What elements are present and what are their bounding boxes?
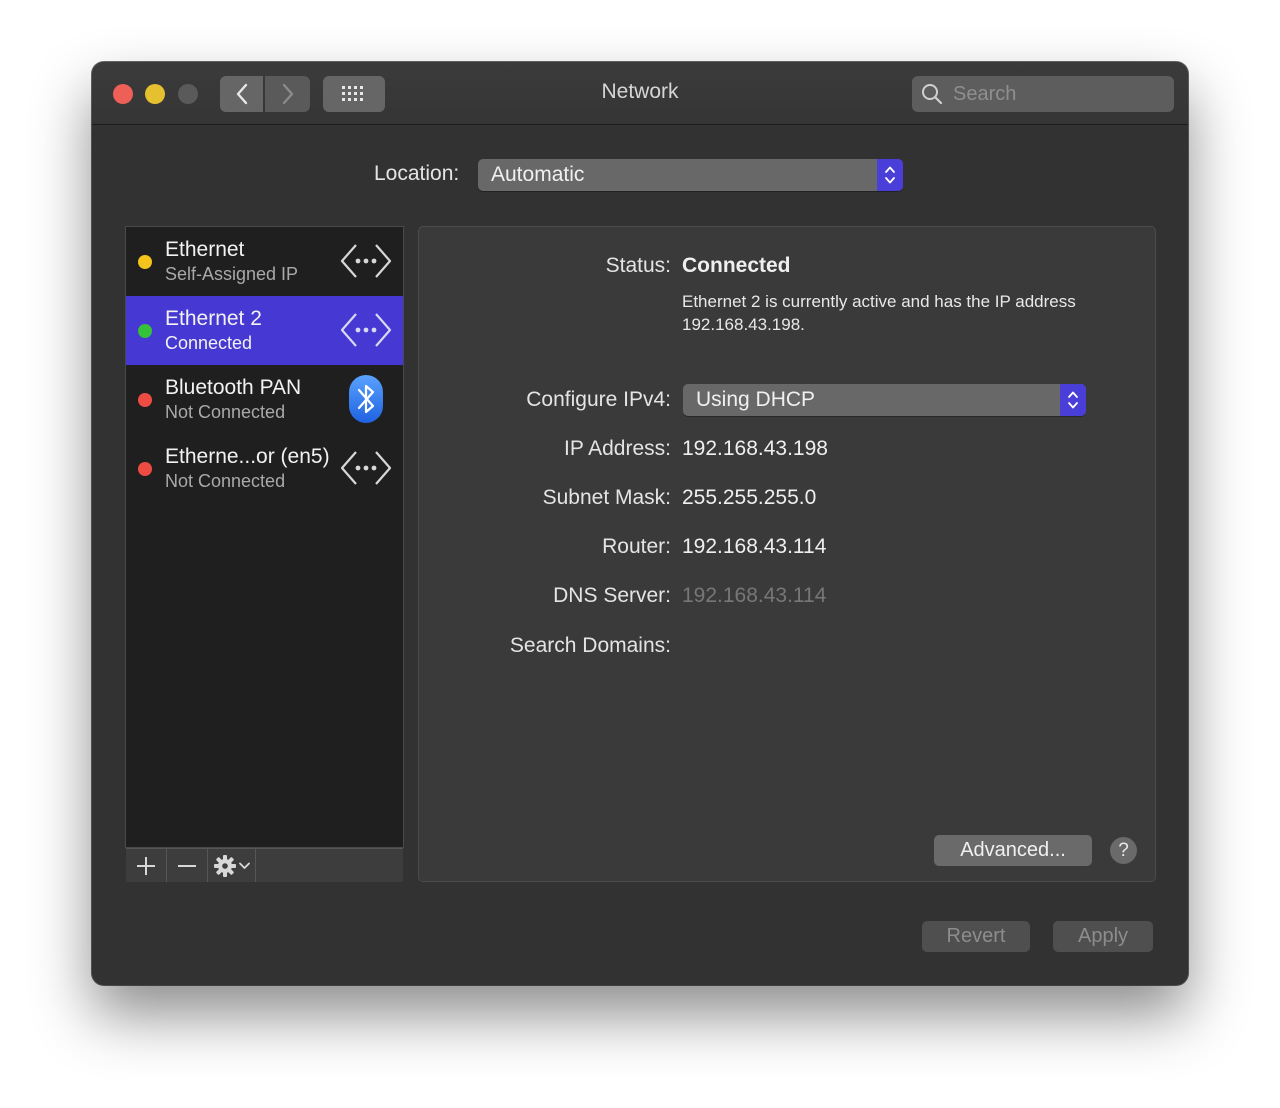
service-name: Ethernet: [165, 238, 245, 261]
configure-ipv4-value: Using DHCP: [696, 388, 816, 411]
service-name: Etherne...or (en5): [165, 445, 330, 468]
service-item-ethernet-2[interactable]: Ethernet 2 Connected: [126, 296, 403, 365]
status-dot: [138, 324, 152, 338]
router-label: Router:: [602, 535, 671, 558]
dns-server-value: 192.168.43.114: [682, 584, 827, 607]
status-dot: [138, 462, 152, 476]
popup-stepper-icon: [877, 159, 903, 191]
bluetooth-icon: [340, 375, 392, 423]
chevron-down-icon: [239, 862, 250, 869]
service-list-toolbar: [126, 848, 403, 882]
gear-icon: [214, 854, 236, 877]
location-popup[interactable]: Automatic: [478, 159, 903, 191]
ethernet-icon: [340, 448, 392, 488]
help-button[interactable]: ?: [1110, 837, 1137, 864]
advanced-button[interactable]: Advanced...: [934, 835, 1092, 866]
status-value: Connected: [682, 254, 791, 277]
minus-icon: [178, 864, 196, 867]
popup-stepper-icon: [1060, 384, 1086, 416]
ethernet-icon: [340, 310, 392, 350]
configure-ipv4-popup[interactable]: Using DHCP: [683, 384, 1086, 416]
service-status: Not Connected: [165, 471, 286, 491]
location-value: Automatic: [491, 163, 585, 186]
add-service-button[interactable]: [126, 849, 167, 882]
subnet-mask-value: 255.255.255.0: [682, 486, 817, 509]
service-list: Ethernet Self-Assigned IP Ethernet 2 Con…: [125, 226, 404, 882]
search-input[interactable]: [951, 81, 1165, 107]
service-name: Bluetooth PAN: [165, 376, 302, 399]
status-dot: [138, 393, 152, 407]
revert-button[interactable]: Revert: [922, 921, 1030, 952]
plus-icon: [137, 856, 155, 875]
service-name: Ethernet 2: [165, 307, 262, 330]
service-status: Self-Assigned IP: [165, 264, 299, 284]
subnet-mask-label: Subnet Mask:: [542, 486, 671, 509]
network-preferences-window: Network Location: Automatic Ethernet Sel…: [92, 62, 1188, 985]
service-item-ethernet-en5[interactable]: Etherne...or (en5) Not Connected: [126, 434, 403, 503]
action-menu-button[interactable]: [208, 849, 256, 882]
ip-address-label: IP Address:: [563, 437, 671, 460]
status-description: Ethernet 2 is currently active and has t…: [682, 292, 1076, 334]
service-status: Not Connected: [165, 402, 286, 422]
service-item-bluetooth-pan[interactable]: Bluetooth PAN Not Connected: [126, 365, 403, 434]
title-bar: Network: [92, 62, 1188, 125]
status-dot: [138, 255, 152, 269]
service-item-ethernet[interactable]: Ethernet Self-Assigned IP: [126, 227, 403, 296]
detail-panel: Status: Connected Ethernet 2 is currentl…: [418, 226, 1156, 882]
search-field[interactable]: [912, 76, 1174, 112]
service-status: Connected: [165, 333, 253, 353]
apply-button[interactable]: Apply: [1053, 921, 1153, 952]
ip-address-value: 192.168.43.198: [682, 437, 828, 460]
dns-server-label: DNS Server:: [553, 584, 671, 607]
search-icon: [921, 83, 943, 105]
status-label: Status:: [605, 254, 671, 277]
ethernet-icon: [340, 241, 392, 281]
search-domains-label: Search Domains:: [509, 634, 671, 657]
configure-ipv4-label: Configure IPv4:: [526, 388, 671, 411]
remove-service-button[interactable]: [167, 849, 208, 882]
router-value: 192.168.43.114: [682, 535, 827, 558]
location-label: Location:: [374, 162, 460, 185]
